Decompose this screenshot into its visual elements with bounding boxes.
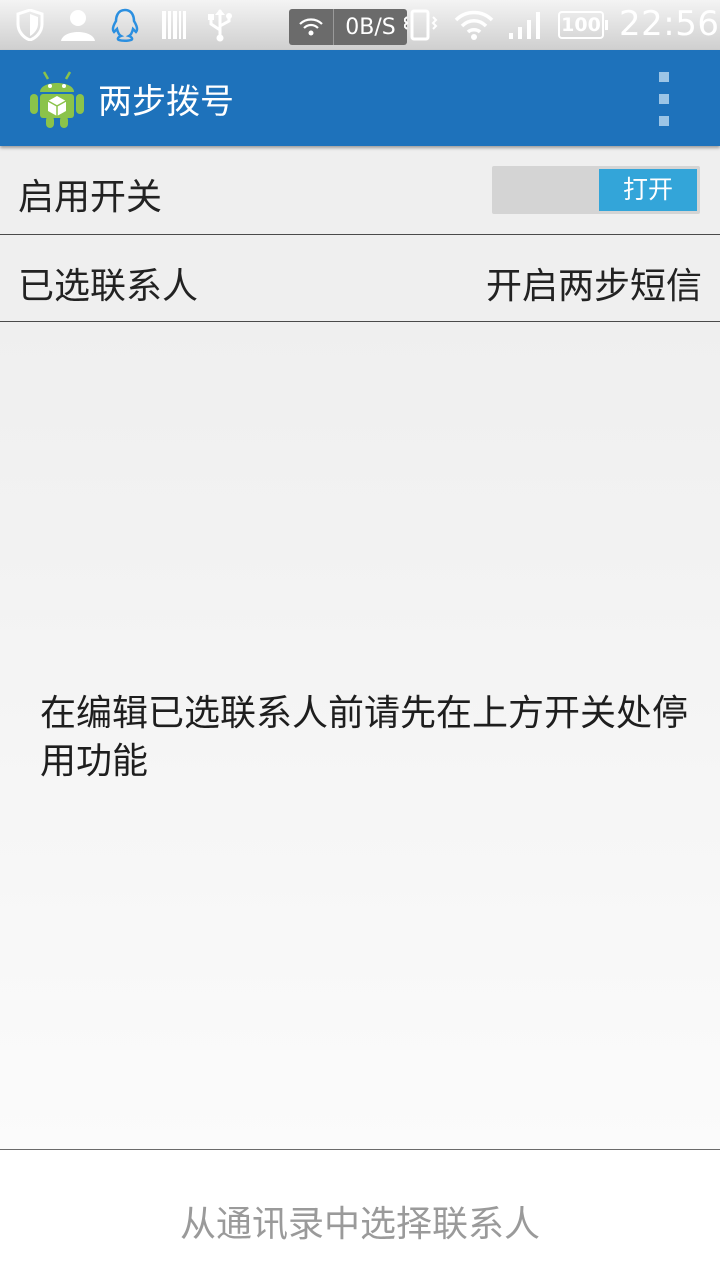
selected-contacts-label: 已选联系人 [18,266,199,307]
selected-contacts-row: 已选联系人 开启两步短信 [0,235,720,322]
status-bar: 0B/S 100 22:56 [0,0,720,50]
usb-icon [202,8,238,42]
enable-toggle[interactable]: 打开 [492,166,700,214]
app-title: 两步拨号 [98,82,234,122]
vibrate-icon [404,8,442,42]
shield-icon [14,8,46,42]
person-icon [58,8,98,42]
two-step-sms-button[interactable]: 开启两步短信 [486,257,702,309]
select-from-contacts-button[interactable]: 从通讯录中选择联系人 [0,1149,720,1280]
barcode-icon [160,8,188,42]
status-clock: 22:56 [619,4,720,44]
action-bar: 两步拨号 [0,50,720,146]
android-app-icon[interactable] [28,68,86,130]
contacts-list-area: 在编辑已选联系人前请先在上方开关处停用功能 [0,322,720,1149]
enable-switch-label: 启用开关 [18,177,163,218]
hint-text: 在编辑已选联系人前请先在上方开关处停用功能 [40,693,689,782]
wifi-icon [454,8,494,42]
qq-penguin-icon [108,8,142,42]
toggle-thumb: 打开 [599,169,697,211]
network-speed: 0B/S [345,14,396,40]
wifi-icon [289,9,334,45]
overflow-menu-icon[interactable] [652,72,676,126]
network-speed-badge: 0B/S [289,9,407,45]
signal-icon [506,8,546,42]
select-from-contacts-label: 从通讯录中选择联系人 [179,1204,540,1245]
battery-icon: 100 [558,11,608,39]
